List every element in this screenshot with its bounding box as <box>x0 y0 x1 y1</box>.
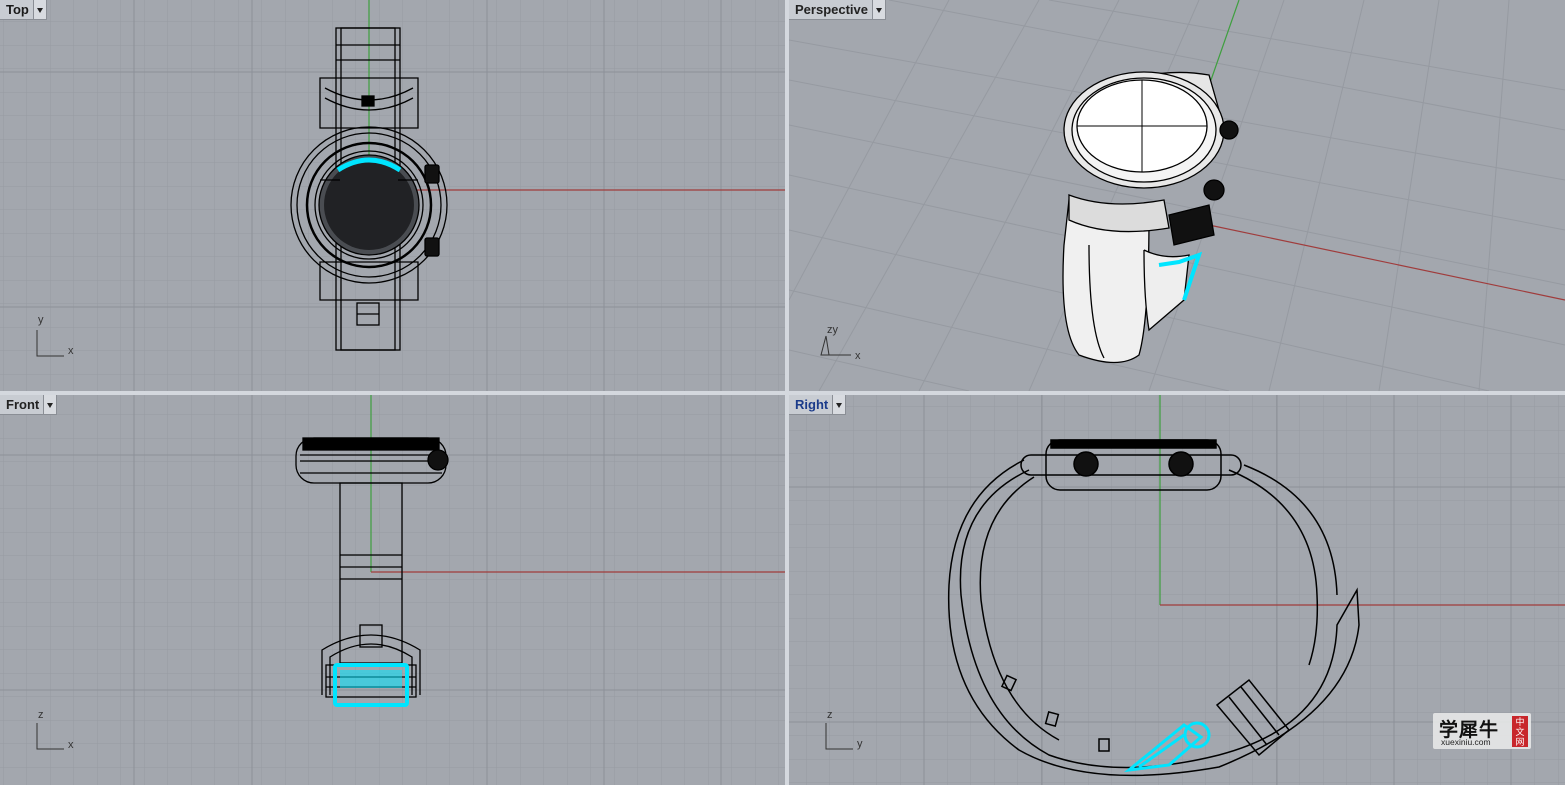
viewport-perspective[interactable]: Perspective zy x <box>789 0 1565 391</box>
chevron-down-icon[interactable] <box>32 0 46 19</box>
axis-label-v: zy <box>827 324 838 336</box>
chevron-down-icon[interactable] <box>832 395 846 414</box>
watermark-url: xuexiniu.com <box>1441 737 1491 747</box>
axis-label-h: x <box>68 345 74 357</box>
viewport-tab-right[interactable]: Right <box>789 395 847 415</box>
viewport-title: Top <box>6 2 29 17</box>
viewport-tab-front[interactable]: Front <box>0 395 58 415</box>
axis-label-v: z <box>827 709 833 721</box>
chevron-down-icon[interactable] <box>872 0 885 19</box>
viewport-title: Right <box>795 397 829 412</box>
chevron-down-icon[interactable] <box>43 395 57 414</box>
front-canvas[interactable] <box>0 395 785 785</box>
viewport-top[interactable]: Top y x <box>0 0 785 391</box>
axis-label-h: x <box>68 739 74 751</box>
x-axis-line <box>1208 224 1565 301</box>
watermark-logo: 学犀牛 xuexiniu.com 中文网 <box>1433 713 1531 749</box>
axis-label-h: x <box>855 350 861 362</box>
viewport-tab-top[interactable]: Top <box>0 0 47 20</box>
viewport-title: Perspective <box>795 2 868 17</box>
viewport-front[interactable]: Front z x <box>0 395 785 785</box>
viewport-title: Front <box>6 397 40 412</box>
axis-label-v: z <box>38 709 44 721</box>
top-canvas[interactable] <box>0 0 785 391</box>
axis-label-h: y <box>857 738 863 750</box>
watermark-badge: 中文网 <box>1512 716 1528 747</box>
axis-label-v: y <box>38 314 44 326</box>
y-axis-line <box>1210 0 1240 81</box>
perspective-canvas[interactable] <box>789 0 1565 391</box>
viewport-tab-perspective[interactable]: Perspective <box>789 0 886 20</box>
watch-model-perspective <box>1062 71 1239 364</box>
